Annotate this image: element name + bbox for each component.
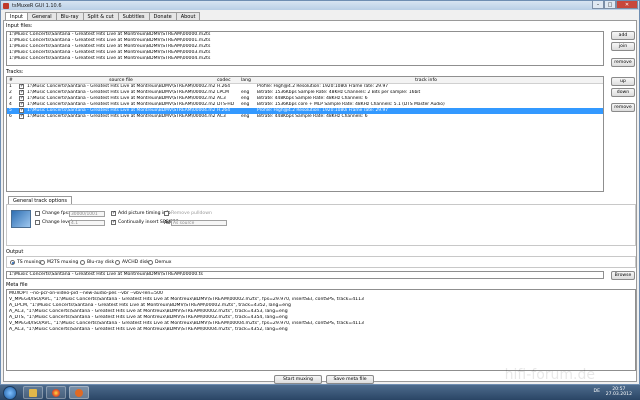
track-info: Bitrate: 448Kbps Sample Rate: 48KHz Chan…: [257, 114, 368, 119]
output-avchd-option[interactable]: AVCHD disk: [115, 260, 149, 265]
track-lang: eng: [241, 114, 250, 119]
col-number: #: [9, 78, 13, 83]
output-demux-option[interactable]: Demux: [148, 260, 171, 265]
clock[interactable]: 20:57 27.03.2012: [606, 387, 632, 397]
down-button[interactable]: down: [611, 88, 635, 97]
browse-button[interactable]: Browse: [611, 271, 635, 280]
insert-sps-checkbox[interactable]: [111, 219, 116, 225]
video-track-icon: [11, 210, 31, 228]
window-title: tsMuxeR GUI 1.10.6: [12, 2, 62, 9]
tab-split-cut[interactable]: Split & cut: [82, 12, 119, 20]
join-button[interactable]: join: [611, 42, 635, 51]
tracks-table[interactable]: # source file codec lang track info 11:\…: [6, 76, 604, 192]
tab-bluray[interactable]: Blu-ray: [55, 12, 84, 20]
start-muxing-button[interactable]: Start muxing: [274, 375, 322, 384]
tracks-header: # source file codec lang track info: [7, 77, 603, 84]
col-lang: lang: [241, 78, 251, 83]
demux-radio[interactable]: [148, 260, 153, 265]
tab-about[interactable]: About: [175, 12, 201, 20]
change-fps-checkbox[interactable]: [35, 211, 40, 216]
taskbar-explorer-button[interactable]: [23, 386, 43, 399]
ts-radio[interactable]: [10, 260, 15, 265]
track-source-file: 1:\Music Concerts\Santana - Greatest Hit…: [27, 114, 215, 119]
change-fps-option[interactable]: Change fps:: [35, 211, 70, 216]
remove-pulldown-checkbox[interactable]: [164, 211, 169, 216]
browser-icon: [52, 388, 60, 397]
track-number: 6: [9, 114, 12, 119]
tracks-label: Tracks:: [6, 69, 24, 75]
track-enable-checkbox[interactable]: [19, 84, 24, 89]
main-window: tsMuxeR GUI 1.10.6 – □ ✕ Input General B…: [0, 0, 640, 385]
track-enable-checkbox[interactable]: [19, 96, 24, 101]
minimize-button[interactable]: –: [592, 1, 604, 9]
output-bluray-option[interactable]: Blu-ray disk: [80, 260, 114, 265]
avchd-radio[interactable]: [115, 260, 120, 265]
tsmuxer-icon: [75, 388, 83, 397]
change-level-checkbox[interactable]: [35, 220, 40, 225]
m2ts-radio[interactable]: [40, 260, 45, 265]
input-panel: Input files: 1:\Music Concerts\Santana -…: [3, 20, 637, 384]
remove-track-button[interactable]: remove: [611, 103, 635, 112]
track-enable-checkbox[interactable]: [19, 102, 24, 107]
list-item[interactable]: 1:\Music Concerts\Santana - Greatest Hit…: [7, 56, 603, 62]
bluray-radio[interactable]: [80, 260, 85, 265]
taskbar: DE 20:57 27.03.2012: [0, 385, 640, 400]
table-row[interactable]: 6 1:\Music Concerts\Santana - Greatest Hi…: [7, 114, 603, 120]
output-group: TS muxing M2TS muxing Blu-ray disk AVCHD…: [6, 256, 636, 268]
track-codec: AC3: [217, 114, 226, 119]
track-enable-checkbox[interactable]: [19, 90, 24, 95]
input-files-label: Input files:: [6, 23, 33, 29]
col-track-info: track info: [415, 78, 437, 83]
change-level-option[interactable]: Change level:: [35, 220, 74, 225]
maximize-button[interactable]: □: [604, 1, 616, 9]
picture-timing-checkbox[interactable]: [111, 210, 116, 216]
clock-date: 27.03.2012: [605, 392, 632, 397]
remove-file-button[interactable]: remove: [611, 58, 635, 67]
folder-icon: [29, 388, 37, 397]
add-button[interactable]: add: [611, 31, 635, 40]
input-files-list[interactable]: 1:\Music Concerts\Santana - Greatest Hit…: [6, 31, 604, 66]
watermark: hifi-forum.de: [504, 367, 595, 383]
tab-donate[interactable]: Donate: [148, 12, 177, 20]
tab-general[interactable]: General: [26, 12, 57, 20]
title-bar[interactable]: tsMuxeR GUI 1.10.6 – □ ✕: [1, 1, 639, 10]
output-m2ts-option[interactable]: M2TS muxing: [40, 260, 78, 265]
close-button[interactable]: ✕: [616, 1, 638, 9]
all-label: All: [164, 220, 171, 226]
track-checkbox[interactable]: [17, 114, 25, 120]
meta-line: A_AC3, "1:\Music Concerts\Santana - Grea…: [9, 327, 288, 332]
level-select[interactable]: 4.1: [69, 220, 105, 226]
taskbar-tsmuxer-button[interactable]: [69, 386, 89, 399]
start-button[interactable]: [3, 385, 17, 400]
meta-file-text[interactable]: MUXOPT --no-pcr-on-video-pid --new-audio…: [6, 289, 636, 371]
track-options-group: Change fps: 30000/1001 Change level: 4.1…: [6, 204, 636, 246]
tray-language[interactable]: DE: [594, 389, 600, 394]
track-enable-checkbox[interactable]: [19, 114, 24, 119]
output-label: Output: [6, 249, 24, 255]
col-codec: codec: [217, 78, 231, 83]
taskbar-browser-button[interactable]: [46, 386, 66, 399]
remove-pulldown-option[interactable]: Remove pulldown: [164, 211, 212, 216]
output-path-input[interactable]: 1:\Music Concerts\Santana - Greatest Hit…: [6, 271, 604, 279]
col-source-file: source file: [109, 78, 133, 83]
app-icon: [3, 2, 9, 9]
picture-timing-option[interactable]: Add picture timing info: [111, 210, 171, 216]
meta-file-label: Meta file: [6, 282, 28, 288]
sps-mode-select[interactable]: As source: [171, 220, 227, 226]
fps-select[interactable]: 30000/1001: [69, 211, 105, 217]
tab-subtitles[interactable]: Subtitles: [117, 12, 150, 20]
up-button[interactable]: up: [611, 77, 635, 86]
track-enable-checkbox[interactable]: [19, 108, 24, 113]
output-ts-option[interactable]: TS muxing: [10, 260, 41, 265]
save-meta-button[interactable]: Save meta file: [326, 375, 374, 384]
